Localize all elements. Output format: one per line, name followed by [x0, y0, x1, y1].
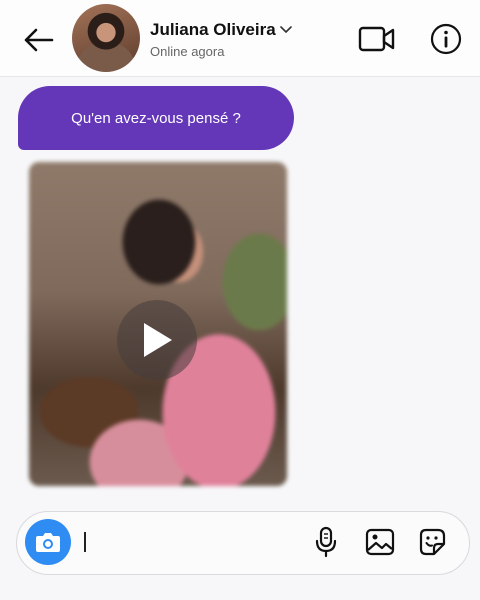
back-arrow-icon[interactable]: [20, 22, 56, 58]
avatar[interactable]: [72, 4, 140, 72]
contact-name[interactable]: Juliana Oliveira: [150, 20, 276, 40]
online-status: Online agora: [150, 44, 225, 59]
camera-icon: [36, 533, 60, 552]
image-gallery-icon[interactable]: [365, 527, 395, 557]
chevron-down-icon[interactable]: [280, 25, 292, 35]
sticker-icon[interactable]: [417, 527, 447, 557]
play-button[interactable]: [117, 300, 197, 380]
message-input[interactable]: [82, 530, 306, 556]
message-bubble[interactable]: Qu'en avez-vous pensé ?: [18, 86, 294, 150]
chat-header: Juliana Oliveira Online agora: [0, 0, 480, 77]
video-camera-icon[interactable]: [358, 24, 396, 54]
play-icon: [144, 323, 172, 357]
info-icon[interactable]: [430, 23, 462, 55]
text-cursor: [84, 532, 86, 552]
microphone-icon[interactable]: [312, 526, 340, 558]
camera-button[interactable]: [25, 519, 71, 565]
